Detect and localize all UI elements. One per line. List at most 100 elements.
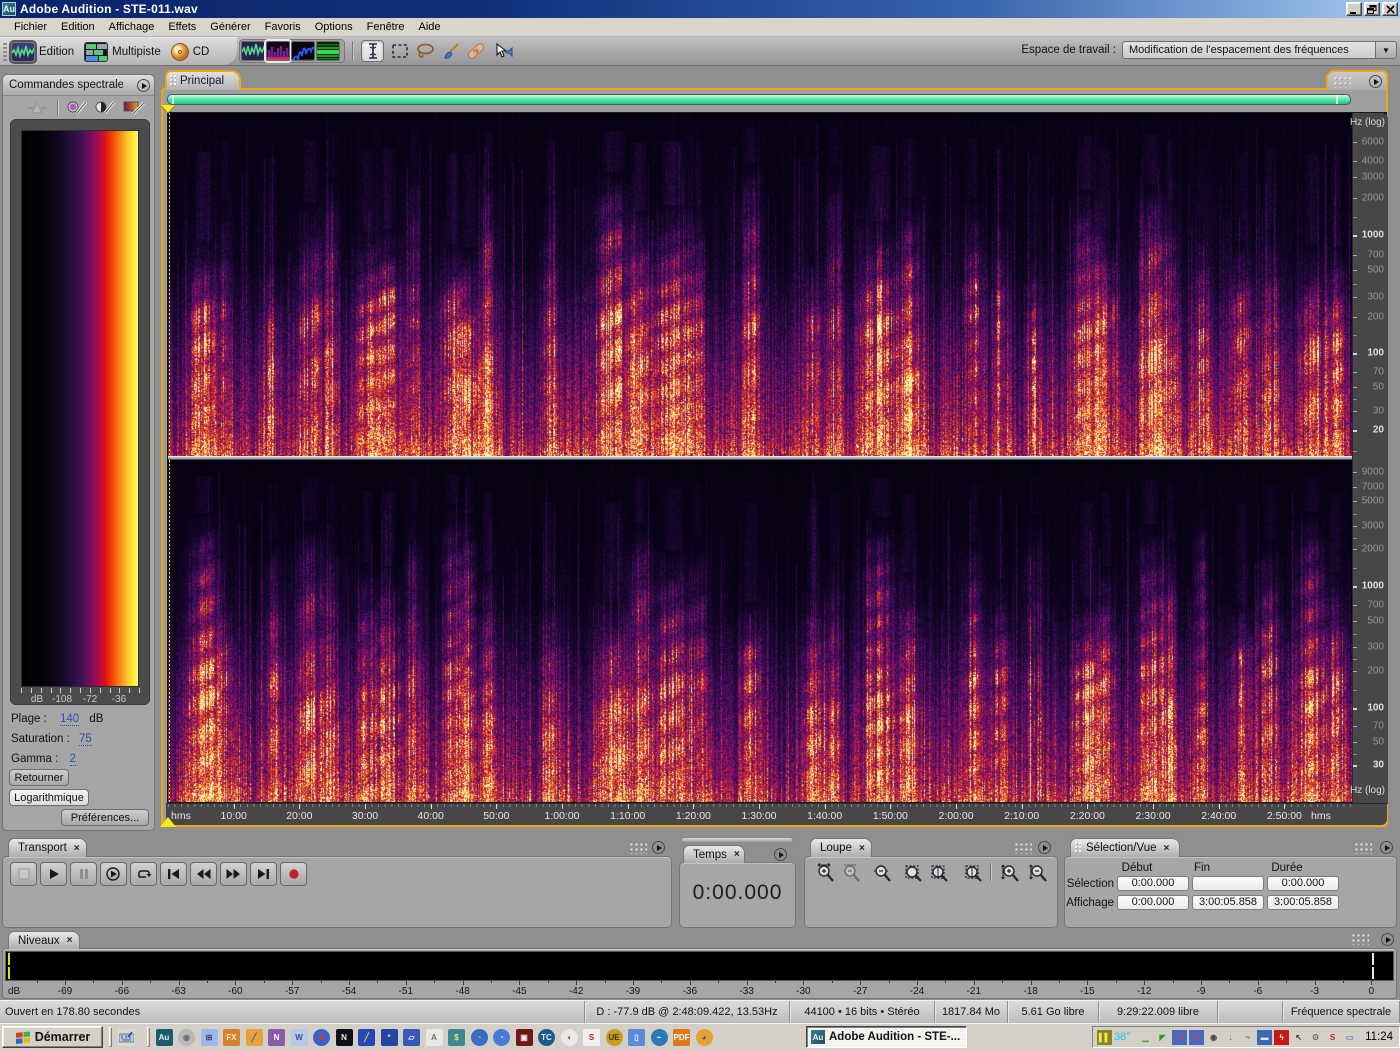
- tab-principal[interactable]: Principal: [165, 70, 241, 90]
- selvue-field-affichage-fin[interactable]: 3:00:05.858: [1192, 895, 1264, 910]
- spectral-view-button[interactable]: [266, 41, 290, 61]
- tray-flag-green-icon[interactable]: ◤: [1155, 1030, 1170, 1045]
- quicklaunch-adobe-audition-icon[interactable]: Au: [155, 1028, 173, 1046]
- contrast-pen-icon[interactable]: [95, 100, 116, 116]
- transport-menu-button[interactable]: [652, 841, 665, 854]
- tray-meter-icon[interactable]: ▌▌: [1097, 1029, 1113, 1045]
- spectrogram-area[interactable]: Hz (log) Hz (log) 6000 4000 3000 2000 1000 70…: [167, 112, 1388, 804]
- task-button-audition[interactable]: Au Adobe Audition - STE-...: [806, 1026, 967, 1048]
- quicklaunch-ultraedit-icon[interactable]: UE: [605, 1028, 623, 1046]
- zoom-to-selection-left-button[interactable]: [927, 861, 952, 883]
- quicklaunch-word-icon[interactable]: W: [290, 1028, 308, 1046]
- close-button[interactable]: [1382, 2, 1398, 16]
- playhead-marker-top[interactable]: [161, 105, 175, 113]
- retourner-button[interactable]: Retourner: [9, 769, 69, 786]
- transport-tab[interactable]: Transport ×: [8, 838, 87, 857]
- spectral-pan-view-button[interactable]: [291, 41, 315, 61]
- menu-gnrer[interactable]: Générer: [203, 19, 257, 35]
- effects-paintbrush-tool[interactable]: [439, 40, 462, 62]
- workspace-dropdown-arrow[interactable]: ▼: [1375, 41, 1397, 59]
- level-meter[interactable]: [5, 951, 1394, 981]
- quicklaunch-fdx-icon[interactable]: FX: [223, 1028, 240, 1046]
- niveaux-tab[interactable]: Niveaux ×: [8, 931, 80, 949]
- quicklaunch-globe-orange-icon[interactable]: ◔: [470, 1028, 488, 1046]
- pause-button[interactable]: [70, 862, 97, 886]
- selvue-field-selection-duree[interactable]: 0:00.000: [1267, 876, 1339, 891]
- quicklaunch-keyboard-icon[interactable]: [118, 1028, 135, 1046]
- quicklaunch-total-commander-icon[interactable]: TC: [538, 1028, 555, 1046]
- spectrogram-left-channel[interactable]: [168, 113, 1352, 456]
- tray-temperature[interactable]: 38°: [1114, 1031, 1136, 1043]
- zoom-out-horizontal-button[interactable]: [839, 861, 864, 883]
- time-ruler[interactable]: hms hms 10:00 20:00 30:00 40:00 50:00 1:00:00…: [166, 803, 1387, 825]
- start-button[interactable]: Démarrer: [2, 1026, 103, 1048]
- niveaux-menu-button[interactable]: [1381, 933, 1394, 946]
- workspace-select[interactable]: Modification de l'espacement des fréquen…: [1122, 41, 1375, 59]
- niveaux-tab-close[interactable]: ×: [67, 935, 73, 946]
- menu-affichage[interactable]: Affichage: [102, 19, 162, 35]
- tray-speaker-icon[interactable]: ◉: [1206, 1030, 1221, 1045]
- quicklaunch-tv-money-icon[interactable]: $: [448, 1028, 465, 1046]
- scrub-tool[interactable]: [491, 40, 514, 62]
- spectrogram-right-channel[interactable]: [168, 460, 1352, 802]
- logarithmique-button[interactable]: Logarithmique: [9, 789, 89, 806]
- menu-fentre[interactable]: Fenêtre: [360, 19, 412, 35]
- time-selection-tool[interactable]: [361, 40, 384, 62]
- temps-menu-button[interactable]: [774, 848, 787, 861]
- selvue-field-affichage-debut[interactable]: 0:00.000: [1117, 895, 1189, 910]
- taskbar-clock[interactable]: 11:24: [1365, 1031, 1393, 1043]
- quicklaunch-a-frame-icon[interactable]: A: [425, 1028, 443, 1046]
- play-button[interactable]: [40, 862, 67, 886]
- tray-cursor-spark-icon[interactable]: ↖: [1291, 1030, 1306, 1045]
- tray-green-line-icon[interactable]: ▁: [1138, 1030, 1153, 1045]
- selection-vue-tab[interactable]: Sélection/Vue ×: [1070, 838, 1180, 857]
- quicklaunch-irfanview-icon[interactable]: ◖: [560, 1028, 578, 1046]
- selection-vue-menu-button[interactable]: [1380, 841, 1393, 854]
- colormap-editor[interactable]: dB -108 -72 -36: [10, 119, 150, 705]
- stop-button[interactable]: [10, 862, 37, 886]
- waveform-view-button[interactable]: [241, 41, 265, 61]
- quicklaunch-pc-icon[interactable]: ▯: [628, 1028, 645, 1046]
- tray-pc-x1-icon[interactable]: ×: [1172, 1029, 1188, 1045]
- plage-value[interactable]: 140: [60, 713, 80, 726]
- zoom-in-vertical-button[interactable]: [998, 861, 1023, 883]
- taskbar-handle[interactable]: [109, 1027, 112, 1047]
- go-to-end-button[interactable]: [250, 862, 277, 886]
- quicklaunch-planet-icon[interactable]: ⊕: [313, 1028, 330, 1046]
- zoom-in-horizontal-button[interactable]: [813, 861, 838, 883]
- menu-fichier[interactable]: Fichier: [7, 19, 54, 35]
- colormap-gradient[interactable]: [21, 130, 139, 687]
- selection-vue-tab-close[interactable]: ×: [1164, 843, 1170, 854]
- quicklaunch-sbp-icon[interactable]: S: [583, 1028, 600, 1046]
- tray-disk-green-icon[interactable]: ↓: [1223, 1030, 1238, 1045]
- zoom-out-full-button[interactable]: [870, 861, 895, 883]
- spot-healing-brush-tool[interactable]: [464, 40, 487, 62]
- record-button[interactable]: [280, 862, 307, 886]
- zoom-to-selection-button[interactable]: [901, 861, 926, 883]
- tray-cable-icon[interactable]: ¬: [1240, 1030, 1255, 1045]
- quicklaunch-pdf-icon[interactable]: PDF: [673, 1028, 690, 1046]
- hue-pen-icon[interactable]: [67, 100, 88, 116]
- play-looped-button[interactable]: [130, 862, 157, 886]
- quicklaunch-camera-red-icon[interactable]: ▣: [515, 1028, 533, 1046]
- menu-effets[interactable]: Effets: [161, 19, 203, 35]
- gamma-value[interactable]: 2: [69, 753, 76, 766]
- loupe-tab-close[interactable]: ×: [859, 843, 865, 854]
- zoom-out-vertical-button[interactable]: [1026, 861, 1051, 883]
- prism-icon[interactable]: [26, 101, 48, 115]
- quicklaunch-netscape-icon[interactable]: N: [335, 1028, 353, 1046]
- play-from-cursor-button[interactable]: [100, 862, 127, 886]
- preferences-button[interactable]: Préférences...: [61, 809, 149, 826]
- fast-forward-button[interactable]: [220, 862, 247, 886]
- go-to-beginning-button[interactable]: [160, 862, 187, 886]
- selvue-field-affichage-duree[interactable]: 3:00:05.858: [1267, 895, 1339, 910]
- menu-edition[interactable]: Edition: [54, 19, 102, 35]
- temps-tab-close[interactable]: ×: [734, 849, 740, 860]
- scrollbar-right-handle[interactable]: [1336, 95, 1338, 104]
- phase-view-button[interactable]: [316, 41, 340, 61]
- quicklaunch-folder-pen-icon[interactable]: ╱: [245, 1028, 263, 1046]
- quicklaunch-globe-blue-icon[interactable]: ◔: [493, 1028, 510, 1046]
- time-display[interactable]: 0:00.000: [680, 881, 795, 905]
- menu-aide[interactable]: Aide: [412, 19, 448, 35]
- quicklaunch-media-player-icon[interactable]: ◕: [695, 1028, 713, 1046]
